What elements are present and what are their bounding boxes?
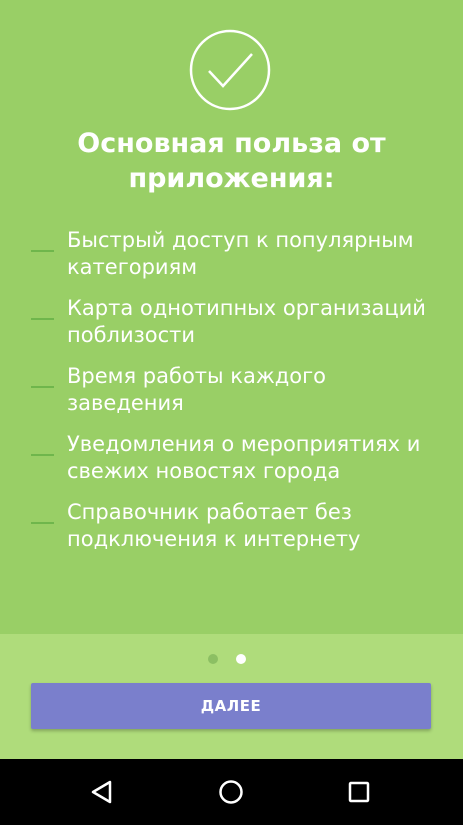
list-item: Справочник работает без подключения к ин… [0,498,463,566]
benefit-text: Быстрый доступ к популярным категориям [67,228,414,279]
page-dot-1[interactable] [208,654,218,664]
back-triangle-icon[interactable] [85,775,119,809]
dash-icon [31,454,54,456]
onboarding-panel: Основная польза от приложения: Быстрый д… [0,0,463,634]
list-item: Быстрый доступ к популярным категориям [0,226,463,294]
benefit-list: Быстрый доступ к популярным категориям К… [0,226,463,566]
page-indicator [208,654,248,664]
system-navigation-bar [0,759,463,825]
onboarding-footer: ДАЛЕЕ [0,634,463,759]
dash-icon [31,250,54,252]
benefit-text: Справочник работает без подключения к ин… [67,500,361,551]
app-screen: Основная польза от приложения: Быстрый д… [0,0,463,825]
benefit-text: Карта однотипных организаций поблизости [67,296,426,347]
home-circle-icon[interactable] [214,775,248,809]
list-item: Время работы каждого заведения [0,362,463,430]
page-dot-2[interactable] [236,654,246,664]
dash-icon [31,522,54,524]
dash-icon [31,386,54,388]
benefit-text: Время работы каждого заведения [67,364,327,415]
recents-square-icon[interactable] [342,775,376,809]
page-title: Основная польза от приложения: [77,128,386,194]
list-item: Карта однотипных организаций поблизости [0,294,463,362]
check-circle-icon [189,29,271,111]
next-button[interactable]: ДАЛЕЕ [31,683,431,729]
benefit-text: Уведомления о мероприятиях и свежих ново… [67,432,421,483]
dash-icon [31,318,54,320]
list-item: Уведомления о мероприятиях и свежих ново… [0,430,463,498]
